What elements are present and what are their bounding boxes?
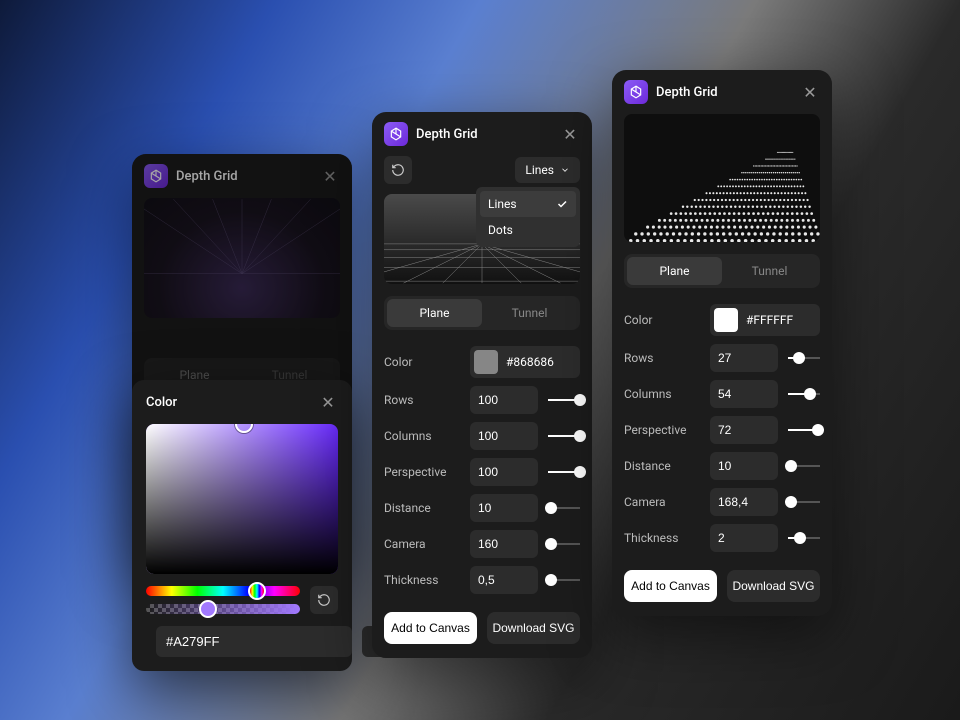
color-hex: #FFFFFF [746,313,793,327]
color-hex: #868686 [506,355,554,369]
columns-slider[interactable] [788,382,820,406]
tab-plane[interactable]: Plane [387,299,482,327]
distance-input[interactable] [470,494,538,522]
rows-slider[interactable] [548,388,580,412]
thickness-input[interactable] [470,566,538,594]
label-perspective: Perspective [384,465,460,479]
depth-grid-panel-c: Depth Grid ✕ Plane Tunnel Color #FFFFFF … [612,70,832,616]
columns-input[interactable] [470,422,538,450]
columns-input[interactable] [710,380,778,408]
panel-title: Depth Grid [416,127,478,142]
reset-button[interactable] [384,156,412,184]
segment-control-c: Plane Tunnel [624,254,820,288]
depth-grid-panel-b: Depth Grid ✕ Lines Lines Dots Plane Tun [372,112,592,658]
reset-color-button[interactable] [310,586,338,614]
label-distance: Distance [384,501,460,515]
add-to-canvas-button[interactable]: Add to Canvas [384,612,477,644]
tab-tunnel[interactable]: Tunnel [482,299,577,327]
download-svg-button[interactable]: Download SVG [727,570,820,602]
camera-input[interactable] [710,488,778,516]
perspective-slider[interactable] [548,460,580,484]
label-camera: Camera [624,495,700,509]
distance-input[interactable] [710,452,778,480]
hex-input[interactable] [156,626,352,657]
perspective-slider[interactable] [788,418,820,442]
tab-plane[interactable]: Plane [627,257,722,285]
color-field[interactable]: #868686 [470,346,580,378]
perspective-input[interactable] [710,416,778,444]
alpha-knob[interactable] [199,600,217,618]
label-color: Color [384,355,460,369]
style-dropdown: Lines Dots [476,187,580,247]
color-chip [714,308,738,332]
style-select-label: Lines [525,163,554,177]
camera-slider[interactable] [788,490,820,514]
app-logo [384,122,408,146]
close-icon[interactable]: ✕ [800,82,820,102]
label-rows: Rows [624,351,700,365]
color-field[interactable]: #FFFFFF [710,304,820,336]
color-picker-title: Color [146,395,177,410]
style-option-dots[interactable]: Dots [480,217,576,243]
label-distance: Distance [624,459,700,473]
saturation-value-field[interactable] [146,424,338,574]
alpha-slider[interactable] [146,604,300,614]
distance-slider[interactable] [788,454,820,478]
label-thickness: Thickness [384,573,460,587]
perspective-input[interactable] [470,458,538,486]
style-option-lines[interactable]: Lines [480,191,576,217]
label-thickness: Thickness [624,531,700,545]
color-picker-panel: Color ✕ % [132,380,352,671]
rows-input[interactable] [470,386,538,414]
label-camera: Camera [384,537,460,551]
rows-slider[interactable] [788,346,820,370]
panel-title: Depth Grid [656,85,718,100]
rows-input[interactable] [710,344,778,372]
label-rows: Rows [384,393,460,407]
hue-knob[interactable] [248,582,266,600]
thickness-slider[interactable] [548,568,580,592]
panel-title: Depth Grid [176,169,238,184]
label-columns: Columns [624,387,700,401]
style-select[interactable]: Lines Lines Dots [515,157,580,183]
chevron-down-icon [560,165,570,175]
close-icon[interactable]: ✕ [560,124,580,144]
columns-slider[interactable] [548,424,580,448]
tab-tunnel[interactable]: Tunnel [722,257,817,285]
segment-control-b: Plane Tunnel [384,296,580,330]
thickness-slider[interactable] [788,526,820,550]
download-svg-button[interactable]: Download SVG [487,612,580,644]
check-icon [556,198,568,210]
thickness-input[interactable] [710,524,778,552]
color-chip [474,350,498,374]
preview-c [624,114,820,242]
camera-slider[interactable] [548,532,580,556]
label-color: Color [624,313,700,327]
add-to-canvas-button[interactable]: Add to Canvas [624,570,717,602]
camera-input[interactable] [470,530,538,558]
hue-slider[interactable] [146,586,300,596]
close-icon[interactable]: ✕ [318,392,338,412]
close-icon[interactable]: ✕ [320,166,340,186]
distance-slider[interactable] [548,496,580,520]
preview-a [144,198,340,318]
label-perspective: Perspective [624,423,700,437]
label-columns: Columns [384,429,460,443]
app-logo [624,80,648,104]
app-logo [144,164,168,188]
